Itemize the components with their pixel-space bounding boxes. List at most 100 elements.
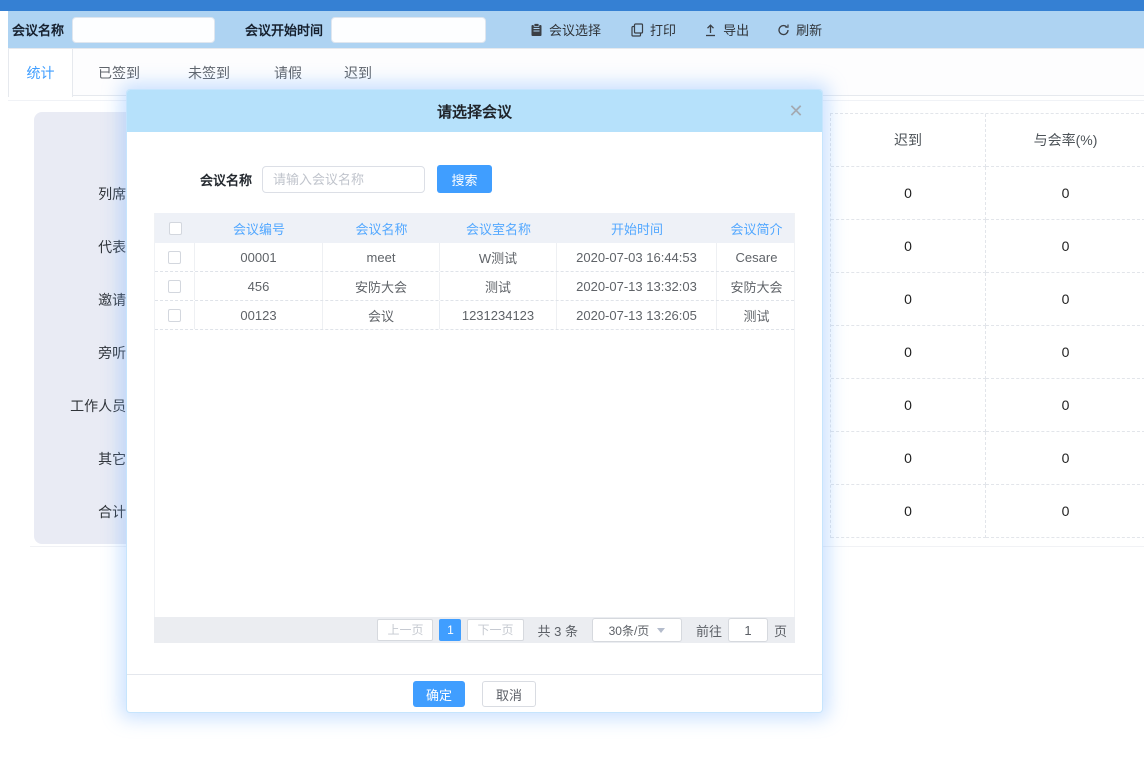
- stats-value: 0: [986, 432, 1144, 485]
- stats-row-label-total: 合计:: [34, 503, 130, 521]
- table-row[interactable]: 00123 会议 1231234123 2020-07-13 13:26:05 …: [155, 301, 794, 330]
- goto-suffix: 页: [774, 621, 787, 640]
- dialog-search-input[interactable]: [262, 166, 425, 193]
- meeting-select-label: 会议选择: [549, 20, 601, 39]
- select-all-checkbox[interactable]: [169, 222, 182, 235]
- cell-meeting-no: 456: [195, 272, 323, 300]
- confirm-button[interactable]: 确定: [413, 681, 465, 707]
- row-checkbox[interactable]: [168, 251, 181, 264]
- toolbar: 会议名称 会议开始时间 会议选择 打印 导出 刷新: [8, 11, 1144, 48]
- cancel-button[interactable]: 取消: [482, 681, 536, 707]
- close-icon[interactable]: ✕: [786, 101, 806, 121]
- cell-room-name: 1231234123: [440, 301, 557, 329]
- stats-value: 0: [986, 326, 1144, 379]
- dialog-title: 请选择会议: [437, 101, 512, 122]
- stats-value: 0: [831, 273, 986, 326]
- stats-value: 0: [831, 379, 986, 432]
- cell-room-name: W测试: [440, 243, 557, 271]
- stats-value: 0: [831, 167, 986, 220]
- cell-room-name: 测试: [440, 272, 557, 300]
- tab-not-signed-in[interactable]: 未签到: [188, 49, 230, 96]
- print-label: 打印: [650, 20, 676, 39]
- stats-value: 0: [831, 220, 986, 273]
- meeting-start-time-label: 会议开始时间: [245, 20, 323, 39]
- tab-late-label: 迟到: [344, 63, 372, 83]
- page-size-value: 30条/页: [609, 622, 650, 639]
- export-icon: [704, 23, 717, 37]
- stats-value: 0: [831, 485, 986, 538]
- prev-page-button[interactable]: 上一页: [377, 619, 433, 641]
- stats-value: 0: [986, 220, 1144, 273]
- cell-brief: Cesare: [717, 243, 796, 271]
- meeting-start-time-input[interactable]: [331, 17, 486, 43]
- cell-meeting-name: 安防大会: [323, 272, 440, 300]
- dialog-header: 请选择会议 ✕: [127, 90, 822, 132]
- stats-row-label-delegate: 代表:: [34, 238, 130, 256]
- stats-row-label-attendee: 列席:: [34, 185, 130, 203]
- cell-meeting-no: 00123: [195, 301, 323, 329]
- printer-icon: [631, 23, 644, 37]
- stats-value: 0: [986, 167, 1144, 220]
- col-header-meeting-no: 会议编号: [195, 213, 323, 243]
- tab-statistics[interactable]: 统计: [8, 49, 73, 97]
- dialog-footer-divider: [127, 674, 822, 675]
- meeting-name-input[interactable]: [72, 17, 215, 43]
- dialog-search-label: 会议名称: [200, 170, 252, 189]
- cell-meeting-name: meet: [323, 243, 440, 271]
- col-header-room-name: 会议室名称: [440, 213, 557, 243]
- stats-row-label-invited: 邀请:: [34, 291, 130, 309]
- stats-value: 0: [831, 326, 986, 379]
- row-checkbox[interactable]: [168, 309, 181, 322]
- meeting-select-button[interactable]: 会议选择: [530, 20, 601, 39]
- next-page-button[interactable]: 下一页: [467, 619, 523, 641]
- refresh-icon: [777, 23, 790, 37]
- chevron-down-icon: [657, 628, 665, 633]
- tab-signed-in-label: 已签到: [98, 63, 140, 83]
- tab-late[interactable]: 迟到: [344, 49, 372, 96]
- goto-label: 前往: [696, 621, 722, 640]
- cell-start-time: 2020-07-13 13:32:03: [557, 272, 717, 300]
- refresh-button[interactable]: 刷新: [777, 20, 822, 39]
- page-size-select[interactable]: 30条/页: [592, 618, 682, 642]
- print-button[interactable]: 打印: [631, 20, 676, 39]
- cell-start-time: 2020-07-03 16:44:53: [557, 243, 717, 271]
- tab-bar: 统计 已签到 未签到 请假 迟到: [8, 48, 1144, 96]
- tab-signed-in[interactable]: 已签到: [98, 49, 140, 96]
- col-header-brief: 会议简介: [717, 213, 796, 243]
- goto-page-input[interactable]: [728, 618, 768, 642]
- stats-row-label-other: 其它:: [34, 450, 130, 468]
- cell-brief: 安防大会: [717, 272, 796, 300]
- page-number-1[interactable]: 1: [439, 619, 461, 641]
- stats-value: 0: [831, 432, 986, 485]
- export-button[interactable]: 导出: [704, 20, 749, 39]
- tab-statistics-label: 统计: [27, 63, 55, 83]
- row-checkbox[interactable]: [168, 280, 181, 293]
- clipboard-icon: [530, 23, 543, 37]
- stats-value: 0: [986, 485, 1144, 538]
- search-button[interactable]: 搜索: [437, 165, 492, 193]
- stats-row-label-staff: 工作人员:: [34, 397, 130, 415]
- cell-start-time: 2020-07-13 13:26:05: [557, 301, 717, 329]
- table-row[interactable]: 456 安防大会 测试 2020-07-13 13:32:03 安防大会: [155, 272, 794, 301]
- tab-leave[interactable]: 请假: [274, 49, 302, 96]
- pagination-total: 共 3 条: [538, 621, 578, 640]
- select-meeting-dialog: 请选择会议 ✕ 会议名称 搜索 会议编号 会议名称 会议室名称 开始时间 会议简…: [127, 90, 822, 712]
- cell-meeting-no: 00001: [195, 243, 323, 271]
- stats-table: 迟到 与会率(%) 0 0 0 0 0 0 0 0 0 0 0 0 0 0: [830, 113, 1144, 538]
- top-accent-bar: [0, 0, 1144, 11]
- cell-brief: 测试: [717, 301, 796, 329]
- export-label: 导出: [723, 20, 749, 39]
- dialog-search-row: 会议名称 搜索: [127, 165, 822, 193]
- table-header-row: 会议编号 会议名称 会议室名称 开始时间 会议简介: [155, 213, 794, 243]
- stats-row-label-observer: 旁听:: [34, 344, 130, 362]
- table-row[interactable]: 00001 meet W测试 2020-07-03 16:44:53 Cesar…: [155, 243, 794, 272]
- cell-meeting-name: 会议: [323, 301, 440, 329]
- tab-leave-label: 请假: [274, 63, 302, 83]
- col-header-start-time: 开始时间: [557, 213, 717, 243]
- app-screen: 会议名称 会议开始时间 会议选择 打印 导出 刷新: [0, 0, 1144, 765]
- dialog-meeting-table: 会议编号 会议名称 会议室名称 开始时间 会议简介 00001 meet W测试…: [154, 213, 795, 617]
- stats-col-header-late: 迟到: [831, 114, 986, 167]
- pagination-bar: 上一页 1 下一页 共 3 条 30条/页 前往 页: [154, 617, 795, 643]
- stats-value: 0: [986, 379, 1144, 432]
- meeting-name-label: 会议名称: [12, 20, 64, 39]
